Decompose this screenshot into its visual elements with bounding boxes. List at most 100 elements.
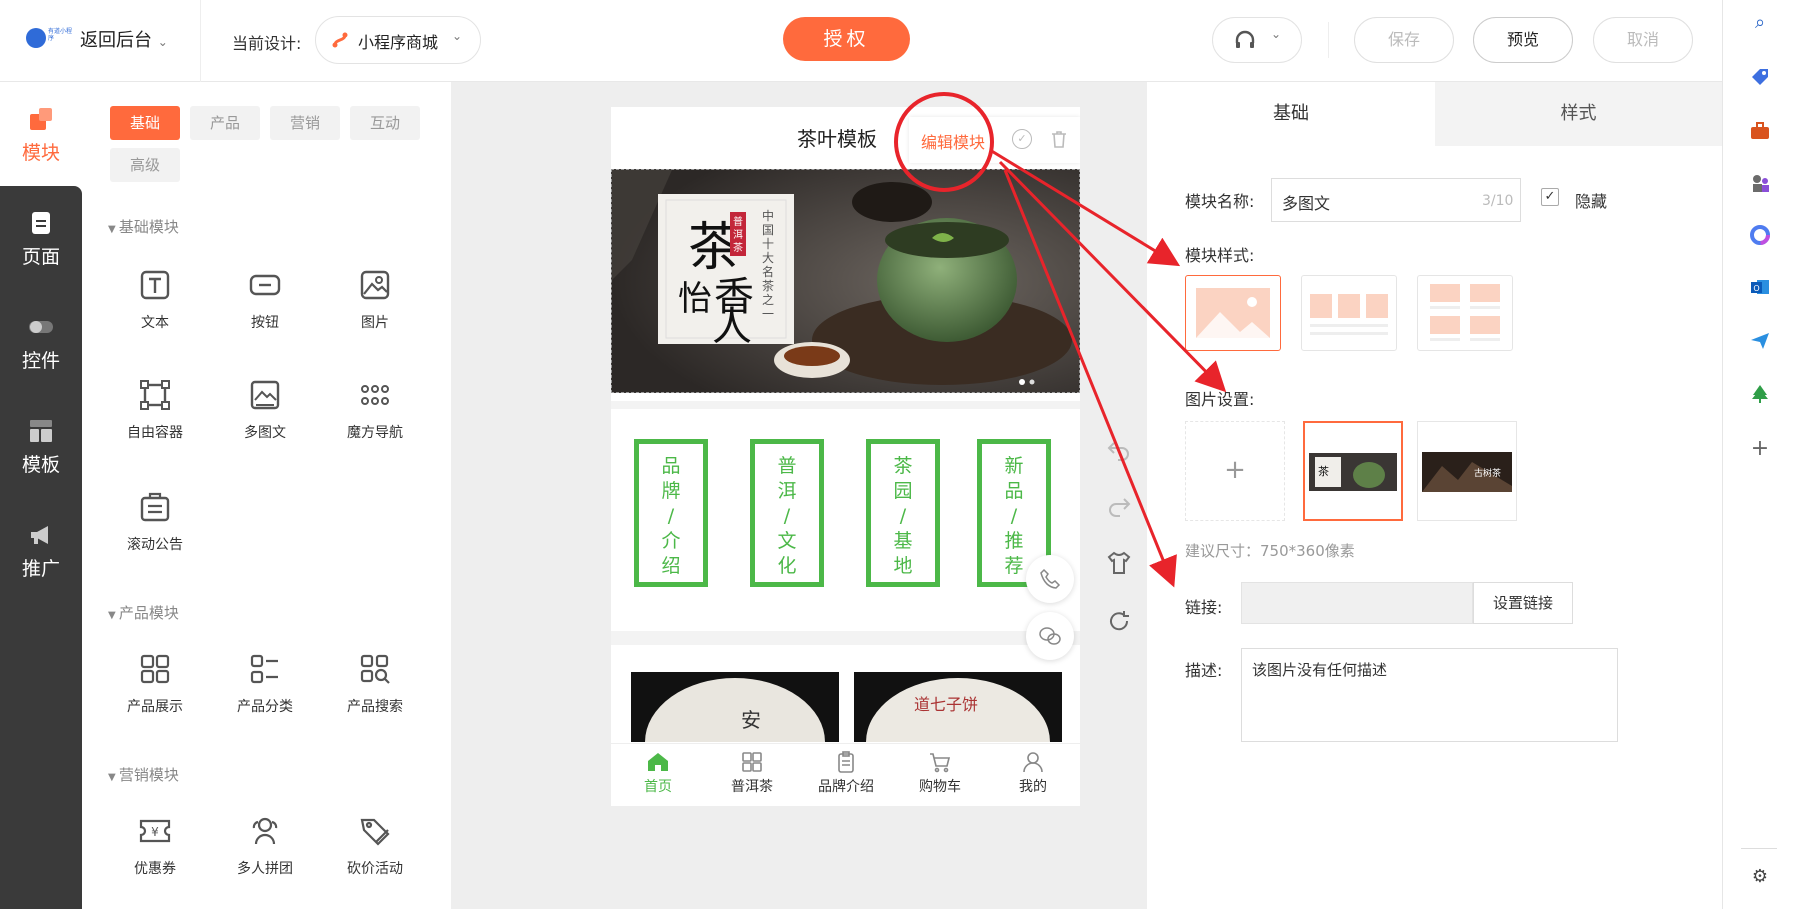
miniprogram-icon	[332, 32, 348, 48]
notice-icon	[140, 492, 170, 522]
tab-marketing[interactable]: 营销	[270, 106, 340, 140]
tag-icon[interactable]	[1749, 66, 1771, 88]
module-coupon[interactable]: ¥ 优惠券	[105, 814, 205, 878]
size-hint: 建议尺寸：750*360像素	[1185, 542, 1355, 560]
send-icon[interactable]	[1749, 330, 1771, 352]
dots-grid-icon	[361, 385, 389, 405]
top-bar: 有道小程序 返回后台 ⌄ 当前设计: 小程序商城 ⌄ 授权 ⌄ 保存 预览 取消	[0, 0, 1722, 82]
rail-item-template[interactable]: 模板	[0, 418, 82, 477]
refresh-icon[interactable]	[1106, 608, 1132, 634]
nav-button-puer[interactable]: 普洱 / 文化	[750, 439, 824, 587]
tab-cart[interactable]: 购物车	[893, 744, 987, 796]
module-bargain[interactable]: 砍价活动	[325, 814, 425, 878]
category-list-icon	[250, 654, 278, 684]
toolbox-icon[interactable]	[1749, 120, 1771, 142]
svg-text:之: 之	[762, 293, 774, 307]
edit-module-button[interactable]: 编辑模块	[921, 129, 985, 153]
customer-service-button[interactable]: ⌄	[1212, 17, 1302, 63]
save-button[interactable]: 保存	[1354, 17, 1454, 63]
settings-gear-icon[interactable]: ⚙	[1749, 866, 1771, 888]
nav-button-garden[interactable]: 茶园 / 基地	[866, 439, 940, 587]
module-free-container[interactable]: 自由容器	[105, 378, 205, 442]
hide-label: 隐藏	[1575, 192, 1608, 211]
module-text[interactable]: 文本	[105, 268, 205, 332]
section-basic-title[interactable]: ▼ 基础模块	[108, 216, 179, 237]
set-link-button[interactable]: 设置链接	[1473, 582, 1573, 624]
module-name-label: 模块名称:	[1185, 192, 1255, 211]
design-selector[interactable]: 小程序商城 ⌄	[315, 16, 481, 64]
module-icon	[30, 108, 52, 130]
rail-label: 模块	[21, 142, 60, 164]
add-icon[interactable]: +	[1749, 438, 1771, 460]
divider	[611, 631, 1080, 645]
link-input[interactable]	[1241, 582, 1473, 624]
section-marketing-title[interactable]: ▼ 营销模块	[108, 764, 179, 785]
module-name-input[interactable]: 多图文 3/10	[1271, 178, 1521, 222]
back-to-admin-button[interactable]: 返回后台 ⌄	[80, 26, 168, 52]
copilot-icon[interactable]	[1749, 224, 1771, 246]
module-product-display[interactable]: 产品展示	[105, 652, 205, 716]
check-icon[interactable]: ✓	[1012, 129, 1032, 149]
description-textarea[interactable]: 该图片没有任何描述	[1241, 648, 1618, 742]
multi-image-icon	[250, 380, 280, 410]
rail-item-control[interactable]: 控件	[0, 314, 82, 373]
banner-image[interactable]: 茶 香 怡 人 普 洱 茶 中国十大名茶之一	[611, 169, 1080, 393]
divider	[200, 0, 201, 82]
module-cube-nav[interactable]: 魔方导航	[325, 378, 425, 442]
style-option-grid[interactable]	[1417, 275, 1513, 351]
section-product-title[interactable]: ▼ 产品模块	[108, 602, 179, 623]
tab-advanced[interactable]: 高级	[110, 148, 180, 182]
wechat-button[interactable]	[1026, 612, 1074, 660]
tab-interaction[interactable]: 互动	[350, 106, 420, 140]
cancel-button[interactable]: 取消	[1593, 17, 1693, 63]
rail-item-module[interactable]: 模块	[0, 106, 82, 165]
module-product-category[interactable]: 产品分类	[215, 652, 315, 716]
tab-home[interactable]: 首页	[611, 744, 705, 796]
style-option-single[interactable]	[1185, 275, 1281, 351]
redo-icon[interactable]	[1106, 493, 1132, 519]
nav-button-brand[interactable]: 品牌 / 介绍	[634, 439, 708, 587]
settings-tab-basic[interactable]: 基础	[1147, 82, 1435, 146]
module-image[interactable]: 图片	[325, 268, 425, 332]
trash-icon[interactable]	[1049, 129, 1069, 149]
authorize-button[interactable]: 授权	[783, 17, 910, 61]
product-card[interactable]: 安	[631, 672, 839, 742]
rail-item-page[interactable]: 页面	[0, 210, 82, 269]
undo-icon[interactable]	[1106, 437, 1132, 463]
divider	[1328, 22, 1329, 58]
preview-button[interactable]: 预览	[1473, 17, 1573, 63]
tree-icon[interactable]	[1749, 383, 1771, 405]
tab-mine[interactable]: 我的	[986, 744, 1080, 796]
product-card[interactable]: 道七子饼	[854, 672, 1062, 742]
svg-text:安: 安	[741, 708, 761, 732]
chess-icon[interactable]	[1749, 172, 1771, 194]
image-thumb[interactable]: 古树茶	[1417, 421, 1517, 521]
add-image-button[interactable]: +	[1185, 421, 1285, 521]
settings-panel: 基础 样式 模块名称: 多图文 3/10 ✓ 隐藏 模块样式: 图片设置: + …	[1147, 82, 1722, 909]
rail-label: 控件	[21, 350, 60, 372]
svg-text:茶: 茶	[762, 278, 774, 293]
chevron-down-icon: ⌄	[157, 35, 168, 49]
outlook-icon[interactable]: O	[1749, 276, 1771, 298]
container-icon	[140, 380, 170, 410]
image-thumb-selected[interactable]: 茶	[1303, 421, 1403, 521]
module-group-buy[interactable]: 多人拼团	[215, 814, 315, 878]
hide-checkbox[interactable]: ✓	[1541, 188, 1559, 206]
style-option-row[interactable]	[1301, 275, 1397, 351]
brand-logo	[26, 28, 46, 48]
module-style-label: 模块样式:	[1185, 246, 1255, 265]
module-scroll-notice[interactable]: 滚动公告	[105, 490, 205, 554]
rail-item-promote[interactable]: 推广	[0, 522, 82, 581]
tab-basic[interactable]: 基础	[110, 106, 180, 140]
tshirt-icon[interactable]	[1106, 550, 1132, 576]
module-button[interactable]: 按钮	[215, 268, 315, 332]
search-icon[interactable]: ⌕	[1749, 12, 1771, 34]
tab-puer[interactable]: 普洱茶	[705, 744, 799, 796]
tab-product[interactable]: 产品	[190, 106, 260, 140]
module-product-search[interactable]: 产品搜索	[325, 652, 425, 716]
module-multi-image-text[interactable]: 多图文	[215, 378, 315, 442]
tab-brand[interactable]: 品牌介绍	[799, 744, 893, 796]
phone-call-button[interactable]	[1026, 555, 1074, 603]
settings-tab-style[interactable]: 样式	[1435, 82, 1722, 146]
current-design-label: 当前设计:	[232, 34, 302, 53]
